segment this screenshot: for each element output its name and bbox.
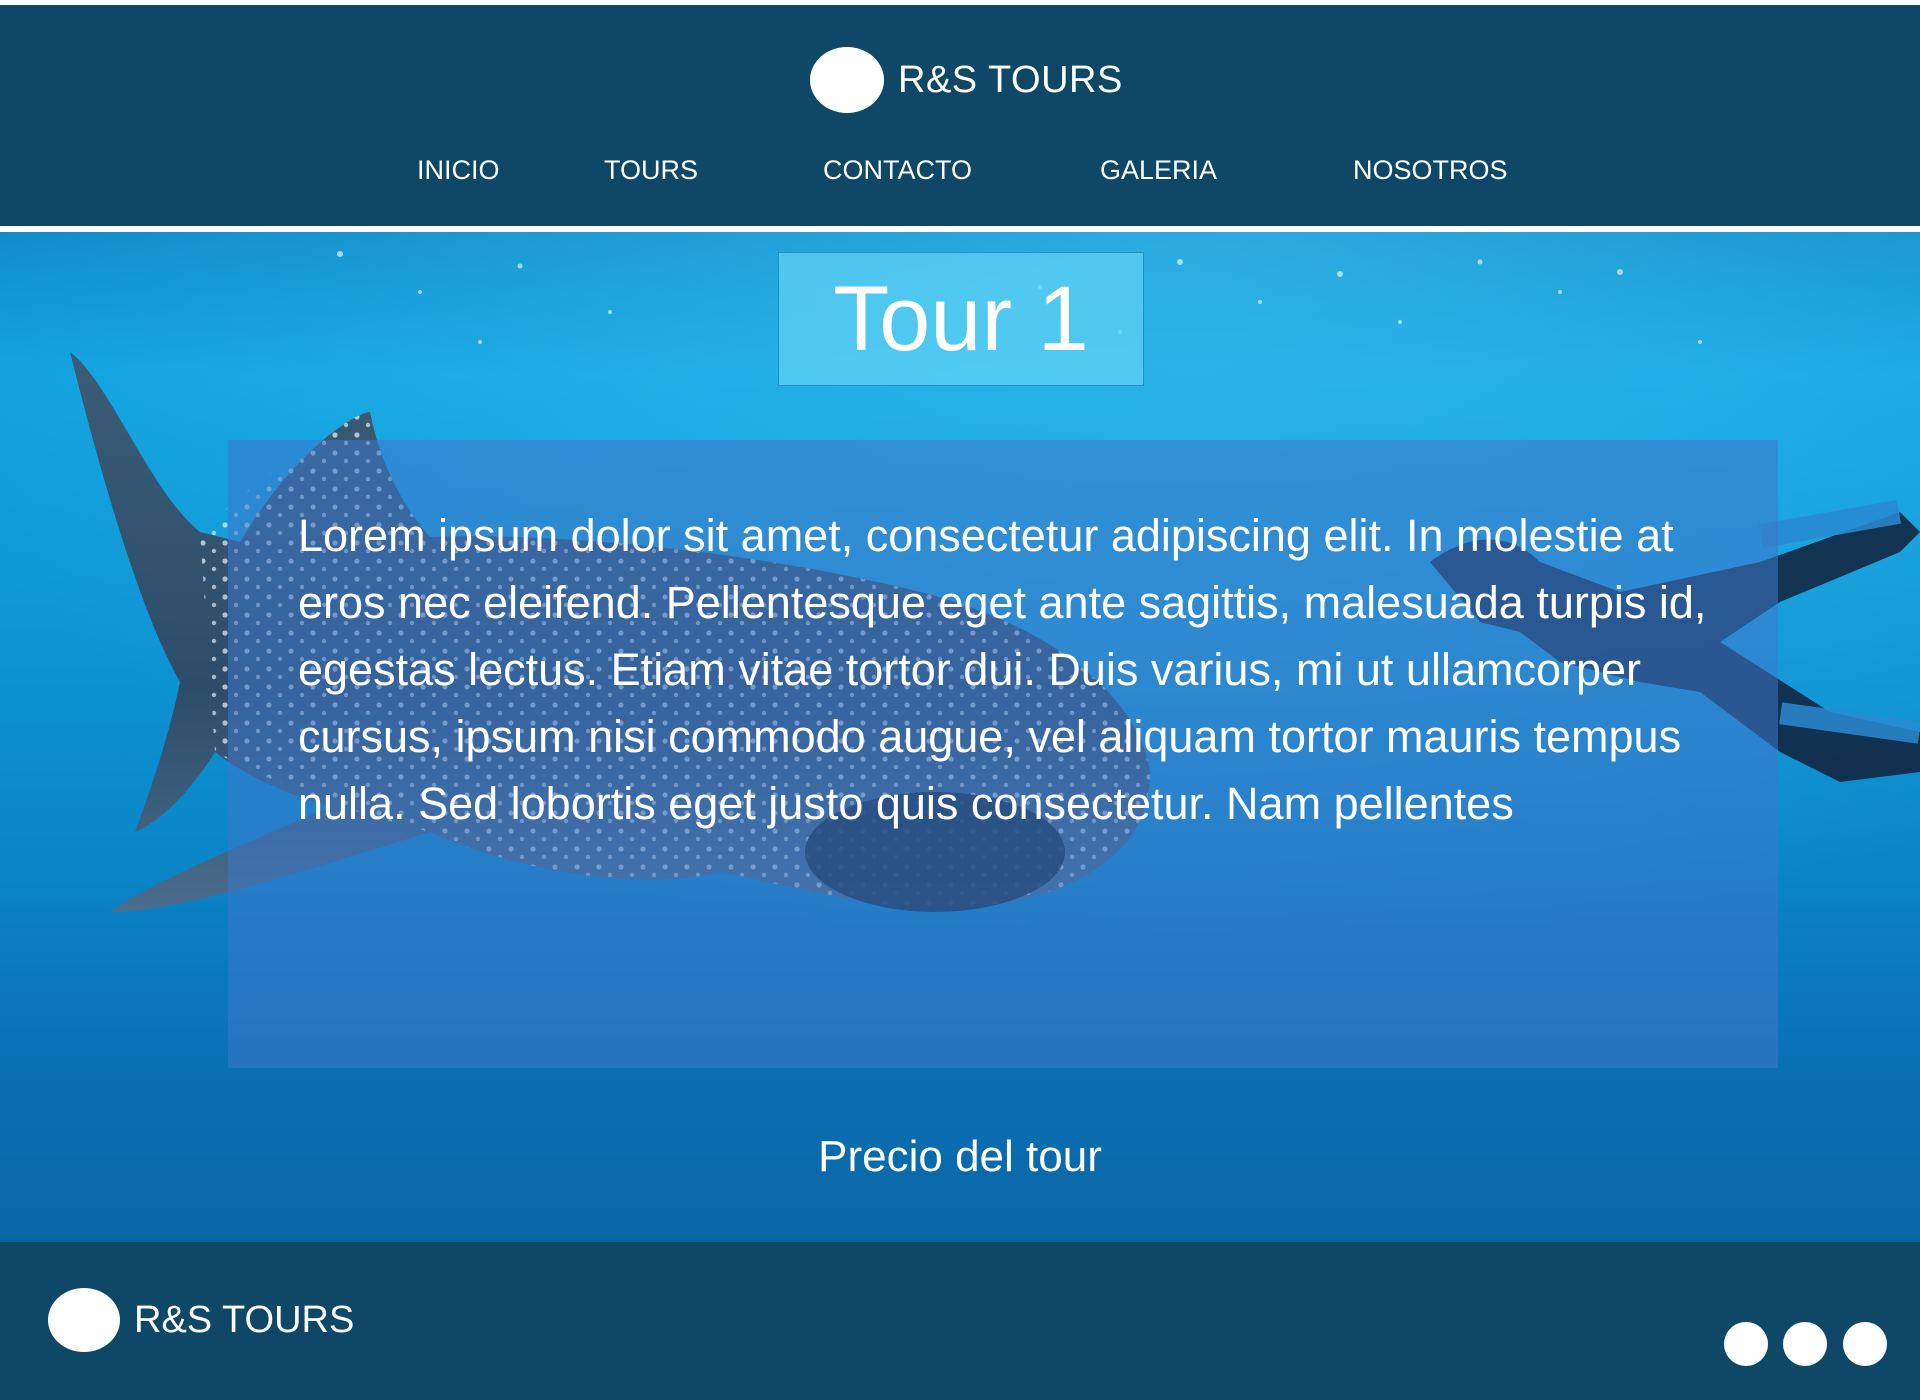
tour-price-label: Precio del tour — [818, 1132, 1102, 1181]
footer-brand-name: R&S TOURS — [134, 1298, 355, 1341]
tour-description: Lorem ipsum dolor sit amet, consectetur … — [298, 510, 1707, 829]
logo-circle-icon — [48, 1288, 120, 1352]
nav-item-contacto[interactable]: CONTACTO — [823, 155, 972, 186]
nav-item-tours[interactable]: TOURS — [604, 155, 698, 186]
main-nav: INICIO TOURS CONTACTO GALERIA NOSOTROS — [0, 155, 1920, 199]
tour-title: Tour 1 — [833, 268, 1089, 370]
brand-name: R&S TOURS — [898, 58, 1123, 101]
tour-description-box: Lorem ipsum dolor sit amet, consectetur … — [228, 440, 1778, 1068]
logo-circle-icon — [810, 47, 884, 113]
tour-hero: Tour 1 Lorem ipsum dolor sit amet, conse… — [0, 232, 1920, 1242]
nav-item-nosotros[interactable]: NOSOTROS — [1353, 155, 1508, 186]
footer-brand[interactable]: R&S TOURS — [48, 1287, 354, 1353]
nav-item-galeria[interactable]: GALERIA — [1100, 155, 1217, 186]
site-header: R&S TOURS INICIO TOURS CONTACTO GALERIA … — [0, 5, 1920, 226]
tour-title-box: Tour 1 — [778, 252, 1144, 386]
nav-item-inicio[interactable]: INICIO — [417, 155, 500, 186]
header-brand[interactable]: R&S TOURS — [810, 47, 1123, 113]
social-icon-2[interactable] — [1783, 1322, 1827, 1366]
social-icon-3[interactable] — [1843, 1322, 1887, 1366]
social-icon-1[interactable] — [1724, 1322, 1768, 1366]
site-footer: R&S TOURS — [0, 1242, 1920, 1400]
